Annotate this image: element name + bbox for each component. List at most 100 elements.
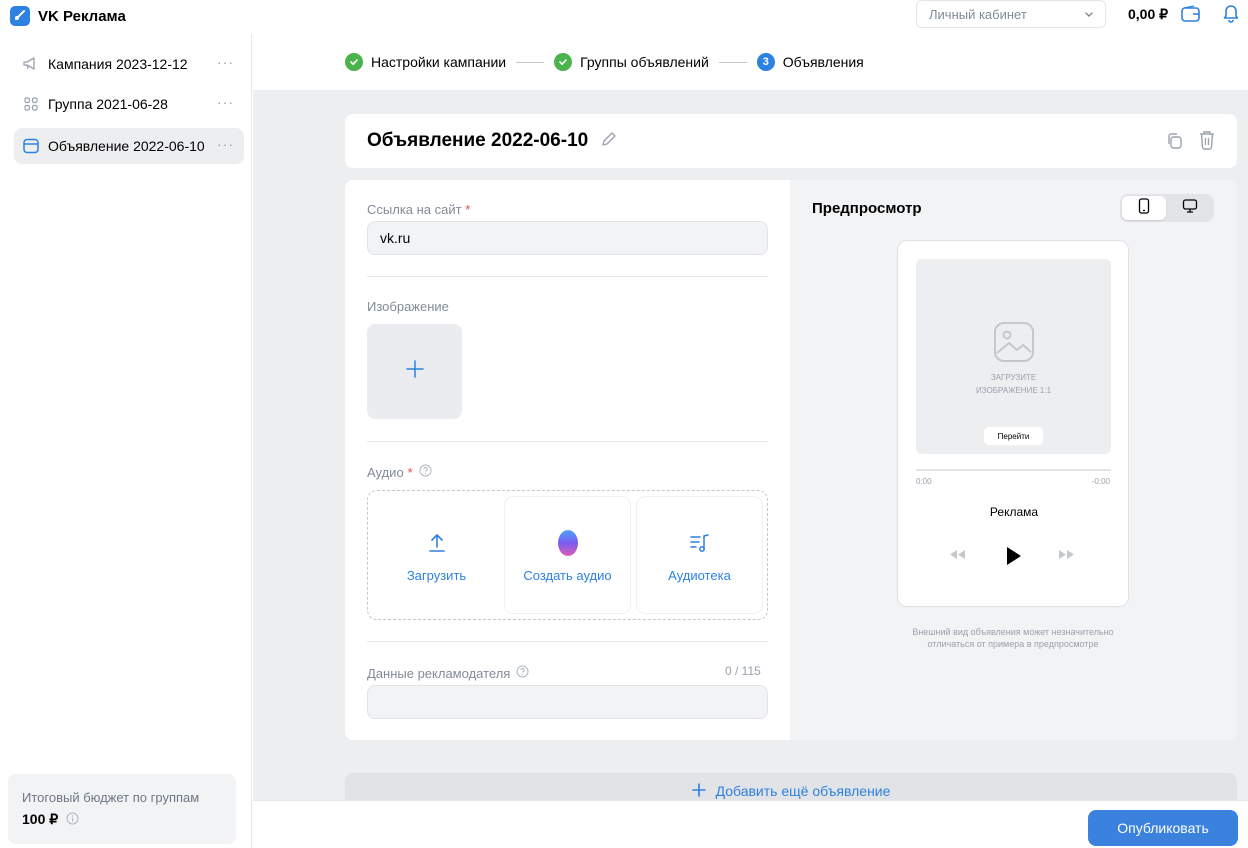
image-hint-line: Загрузите [990, 373, 1037, 382]
required-mark: * [407, 464, 413, 480]
step-number: 3 [762, 56, 769, 68]
preview-note: Внешний вид объявления может незначитель… [885, 626, 1141, 650]
budget-value: 100 ₽ [22, 811, 59, 827]
phone-preview: Загрузите изображение 1:1 Перейти 0:00 -… [897, 240, 1129, 607]
step-ads[interactable]: 3 Объявления [756, 53, 864, 71]
image-upload-button[interactable] [367, 324, 462, 419]
stepper: Настройки кампании Группы объявлений 3 О… [253, 34, 1248, 90]
link-input[interactable]: vk.ru [367, 221, 768, 255]
step-campaign-settings[interactable]: Настройки кампании [345, 53, 506, 71]
ad-header: Объявление 2022-06-10 [345, 114, 1237, 168]
add-ad-button[interactable]: Добавить ещё объявление [345, 773, 1237, 800]
advertiser-label: Данные рекламодателя [367, 665, 529, 681]
ad-form: Ссылка на сайт * vk.ru Изображение Аудио… [345, 180, 790, 740]
sidebar-item-label: Объявление 2022-06-10 [48, 138, 205, 154]
preview-note-line: отличаться от примера в предпросмотре [927, 639, 1099, 649]
add-ad-label: Добавить ещё объявление [715, 783, 891, 799]
step-label: Группы объявлений [580, 54, 709, 70]
monitor-icon [1182, 198, 1198, 219]
check-circle-icon [345, 53, 363, 71]
budget-summary: Итоговый бюджет по группам 100 ₽ [8, 774, 236, 844]
sidebar-item-label: Кампания 2023-12-12 [48, 56, 188, 72]
divider [367, 276, 768, 277]
divider [367, 641, 768, 642]
audio-label-text: Аудио [367, 464, 404, 480]
help-icon[interactable] [419, 464, 432, 480]
audio-option-label: Создать аудио [523, 567, 612, 583]
device-toggle [1120, 194, 1214, 222]
audio-progress-bar [916, 469, 1111, 471]
audio-dropzone[interactable]: Загрузить Создать аудио Аудиотека [367, 490, 768, 620]
time-elapsed: 0:00 [916, 477, 932, 486]
audio-option-label: Аудиотека [668, 567, 731, 583]
vk-ads-logo-icon[interactable] [10, 6, 30, 26]
go-button: Перейти [984, 427, 1043, 445]
copy-icon[interactable] [1165, 131, 1185, 156]
balance-amount[interactable]: 0,00 ₽ [1128, 6, 1168, 23]
chevron-down-icon [1083, 7, 1095, 24]
budget-label: Итоговый бюджет по группам [22, 790, 200, 805]
image-placeholder: Загрузите изображение 1:1 Перейти [916, 259, 1111, 454]
trash-icon[interactable] [1197, 129, 1217, 156]
preview-title: Предпросмотр [812, 200, 922, 217]
sidebar-item-ad[interactable]: Объявление 2022-06-10 ··· [14, 128, 244, 164]
step-label: Настройки кампании [371, 54, 507, 70]
preview-panel: Предпросмотр ЗАГРУЗИТЕ ИЗОБРАЖЕНИЕ 1:1 П… [790, 180, 1237, 740]
link-label: Ссылка на сайт * [367, 202, 470, 217]
audio-option-label: Загрузить [406, 567, 467, 583]
wallet-icon[interactable] [1180, 4, 1202, 29]
image-hint: Загрузите изображение 1:1 [916, 371, 1111, 397]
account-select[interactable]: Личный кабинет [916, 0, 1106, 28]
preview-note-line: Внешний вид объявления может незначитель… [912, 627, 1114, 637]
audio-label: Аудио * [367, 464, 432, 480]
footer-bar: Опубликовать [253, 800, 1248, 848]
grid-icon [22, 95, 40, 113]
step-number-badge: 3 [756, 53, 775, 71]
music-list-icon [689, 528, 711, 558]
image-hint-line: изображение 1:1 [975, 386, 1052, 395]
sidebar-item-label: Группа 2021-06-28 [48, 96, 168, 112]
rewind-icon [946, 545, 968, 568]
step-divider [718, 61, 747, 63]
audio-library-option[interactable]: Аудиотека [637, 497, 762, 613]
check-circle-icon [554, 53, 573, 71]
notifications-bell-icon[interactable] [1222, 3, 1240, 28]
char-counter: 0 / 115 [725, 664, 761, 678]
mobile-view-button[interactable] [1122, 196, 1166, 220]
more-icon[interactable]: ··· [217, 136, 234, 152]
audio-upload-option[interactable]: Загрузить [374, 497, 499, 613]
info-icon[interactable] [66, 812, 79, 828]
app-title[interactable]: VK Реклама [38, 8, 126, 25]
step-label: Объявления [782, 54, 864, 70]
more-icon[interactable]: ··· [217, 54, 234, 70]
audio-create-option[interactable]: Создать аудио [505, 497, 630, 613]
ad-title: Объявление 2022-06-10 [367, 130, 589, 151]
required-mark: * [465, 202, 471, 217]
account-select-value: Личный кабинет [929, 6, 1027, 22]
step-divider [516, 61, 545, 63]
publish-button[interactable]: Опубликовать [1088, 810, 1238, 846]
phone-icon [1138, 197, 1150, 219]
ai-orb-icon [557, 528, 579, 558]
help-icon[interactable] [516, 665, 529, 681]
image-label: Изображение [367, 299, 449, 314]
sidebar-item-campaign[interactable]: Кампания 2023-12-12 ··· [14, 46, 244, 82]
image-icon [993, 321, 1035, 368]
ad-card-icon [22, 137, 40, 155]
main-content: Объявление 2022-06-10 Ссылка на сайт * v… [253, 90, 1248, 800]
ad-editor-card: Ссылка на сайт * vk.ru Изображение Аудио… [345, 180, 1237, 740]
track-title: Реклама [989, 505, 1039, 519]
desktop-view-button[interactable] [1168, 196, 1212, 220]
top-bar: VK Реклама Личный кабинет 0,00 ₽ [0, 0, 1248, 32]
megaphone-icon [22, 55, 40, 73]
sidebar-item-group[interactable]: Группа 2021-06-28 ··· [14, 86, 244, 122]
step-ad-groups[interactable]: Группы объявлений [554, 53, 709, 71]
sidebar: Кампания 2023-12-12 ··· Группа 2021-06-2… [0, 34, 252, 848]
more-icon[interactable]: ··· [217, 94, 234, 110]
play-icon [1002, 545, 1024, 572]
link-label-text: Ссылка на сайт [367, 202, 462, 217]
plus-icon [691, 783, 706, 800]
advertiser-input[interactable] [367, 685, 768, 719]
pencil-icon[interactable] [600, 130, 618, 153]
plus-icon [404, 358, 426, 385]
